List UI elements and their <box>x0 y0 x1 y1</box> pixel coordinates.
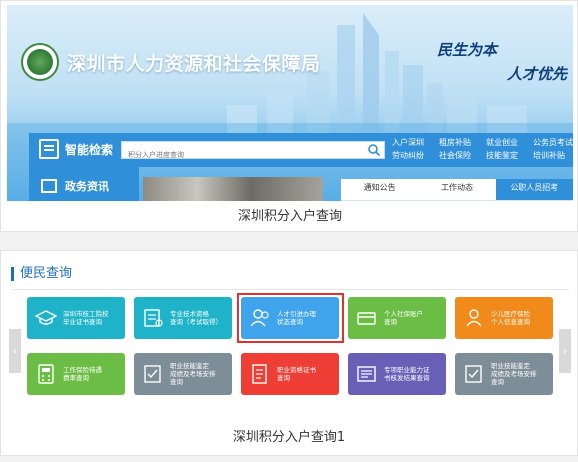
nav-gov-news[interactable]: 政务资讯 <box>29 167 139 201</box>
tile-professional-qualification[interactable]: 专业技术资格 查询（考试取得） <box>134 297 232 339</box>
certificate-icon <box>144 309 163 327</box>
smart-search-label: 智能检索 <box>39 139 113 159</box>
quick-link[interactable]: 劳动纠纷 <box>392 150 433 161</box>
tile-social-insurance-account[interactable]: 个人社保账户 查询 <box>348 297 446 339</box>
quick-link[interactable]: 租房补贴 <box>439 137 480 148</box>
slogan-line2: 人才优先 <box>507 65 568 83</box>
result-card-1[interactable]: 深圳市人力资源和社会保障局 民生为本 人才优先 智能检索 入户深圳 租房补贴 就… <box>0 0 578 232</box>
tile-vocational-certificate[interactable]: 职业资格证书 查询 <box>241 353 339 395</box>
search-input[interactable] <box>122 147 362 163</box>
tile-child-medical-insurance[interactable]: 少儿医疗保险 个人信息查询 <box>455 297 553 339</box>
result-caption-2[interactable]: 深圳积分入户查询1 <box>0 426 578 445</box>
bureau-logo <box>21 43 59 81</box>
slogan-line1: 民生为本 <box>437 41 498 59</box>
newspaper-icon <box>357 366 376 382</box>
quick-link[interactable]: 技能鉴定 <box>486 150 527 161</box>
divider <box>11 289 569 290</box>
card-icon <box>357 312 376 325</box>
news-tabs: 通知公告 工作动态 公职人员招考 <box>341 179 573 201</box>
quick-links: 入户深圳 租房补贴 就业创业 公务员考试 劳动纠纷 社会保险 技能鉴定 培训补贴 <box>392 137 573 161</box>
calculator-icon <box>38 364 54 384</box>
org-name: 深圳市人力资源和社会保障局 <box>67 52 321 75</box>
quick-link[interactable]: 社会保险 <box>439 150 480 161</box>
result-caption-1[interactable]: 深圳积分入户查询 <box>1 205 578 224</box>
search-list-icon <box>39 139 59 159</box>
search-box <box>121 141 385 163</box>
checklist-icon <box>144 365 161 383</box>
tab-notices[interactable]: 通知公告 <box>341 179 418 200</box>
tile-skill-appraisal-results-2[interactable]: 职业技能鉴定 成绩及考场安排 查询 <box>455 353 553 395</box>
next-arrow-icon[interactable]: › <box>559 329 571 373</box>
news-photo[interactable] <box>143 177 323 201</box>
quick-link[interactable]: 公务员考试 <box>533 137 573 148</box>
tile-special-ability-certificate[interactable]: 专项职业能力证 书核发结果查询 <box>348 353 446 395</box>
news-icon <box>41 179 57 193</box>
tile-skill-appraisal-results[interactable]: 职业技能鉴定 成绩及考场安排 查询 <box>134 353 232 395</box>
child-medical-icon <box>466 309 482 327</box>
prev-arrow-icon[interactable]: ‹ <box>9 329 21 373</box>
graduation-cap-icon <box>35 310 57 325</box>
panel-title: 便民查询 <box>11 267 72 281</box>
document-icon <box>252 364 267 384</box>
highlight-box <box>237 293 344 343</box>
convenience-query-panel: 便民查询 ‹ › 深圳市技工院校 毕业证书查询 专业技术资格 查询（考试取得） … <box>7 257 573 417</box>
quick-link[interactable]: 入户深圳 <box>392 137 433 148</box>
smart-search-bar: 智能检索 入户深圳 租房补贴 就业创业 公务员考试 劳动纠纷 社会保险 技能鉴定… <box>29 133 573 167</box>
tab-civil-service-exam[interactable]: 公职人员招考 <box>495 179 573 200</box>
quick-link[interactable]: 就业创业 <box>486 137 527 148</box>
search-icon[interactable] <box>367 143 381 157</box>
query-tiles: 深圳市技工院校 毕业证书查询 专业技术资格 查询（考试取得） 人才引进办理 状态… <box>27 293 557 409</box>
tab-work-updates[interactable]: 工作动态 <box>418 179 495 200</box>
tile-technical-school-diploma[interactable]: 深圳市技工院校 毕业证书查询 <box>27 297 125 339</box>
checklist-icon <box>465 365 482 383</box>
tile-work-injury-rate[interactable]: 工作保险待遇 费率查询 <box>27 353 125 395</box>
bureau-banner: 深圳市人力资源和社会保障局 民生为本 人才优先 智能检索 入户深圳 租房补贴 就… <box>7 5 573 201</box>
quick-link[interactable]: 培训补贴 <box>533 150 573 161</box>
